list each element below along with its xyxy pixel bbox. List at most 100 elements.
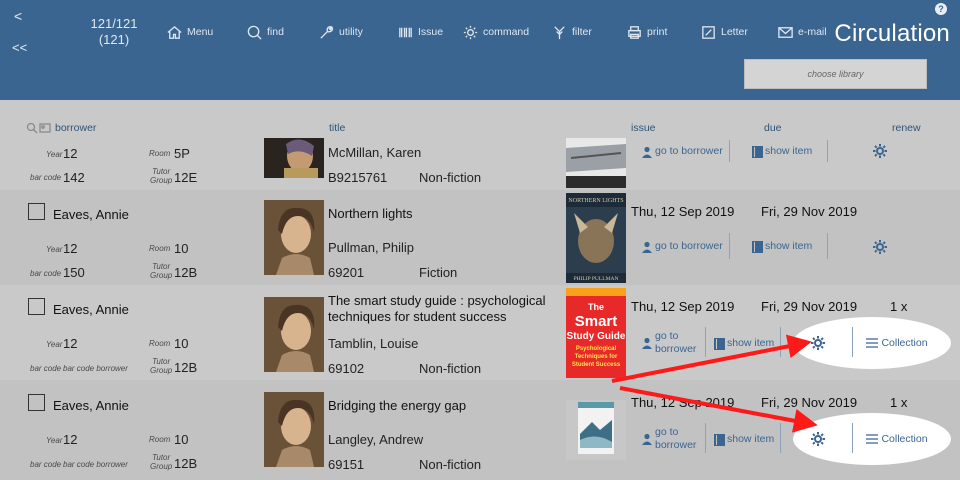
record-position: 121/121 (90, 16, 138, 31)
bar-code-value: bar code borrower (63, 460, 128, 469)
book-title[interactable]: The smart study guide : psychological te… (328, 293, 563, 325)
room-label: Room (149, 244, 171, 253)
record-counter: 121/121 (121) (88, 16, 140, 48)
table-row[interactable]: Eaves, Annie Year 12 Room 10 bar code ba… (0, 380, 960, 480)
book-icon (752, 145, 763, 158)
borrower-search[interactable] (26, 122, 51, 134)
email-button[interactable]: e-mail (777, 21, 827, 43)
column-title[interactable]: title (329, 122, 345, 134)
book-cover[interactable]: NORTHERN LIGHTS PHILIP PULLMAN (566, 193, 626, 283)
show-item-link[interactable]: show item (714, 433, 774, 446)
cover-word-4: Psychological (576, 346, 617, 352)
library-select[interactable]: choose library (744, 59, 927, 89)
collection-label: Collection (881, 337, 928, 349)
collection-label: Collection (881, 433, 928, 445)
room-label: Room (149, 149, 171, 158)
help-icon[interactable]: ? (935, 3, 947, 15)
filter-label: filter (572, 26, 592, 38)
column-borrower[interactable]: borrower (55, 122, 96, 134)
year-value: 12 (63, 146, 78, 161)
tutor-group-value: 12B (174, 456, 198, 471)
author: Tamblin, Louise (328, 336, 419, 351)
utility-button[interactable]: utility (318, 21, 363, 43)
collection-button[interactable]: Collection (848, 325, 946, 361)
divider (729, 140, 730, 162)
go-to-borrower-link[interactable]: go to borrower (641, 330, 696, 356)
previous-record-button[interactable]: < (14, 8, 22, 24)
item-category: Fiction (419, 265, 458, 280)
envelope-icon (778, 26, 793, 38)
go-to-borrower-link[interactable]: go to borrower (641, 145, 723, 158)
bar-code-label: bar code (30, 460, 62, 469)
pencil-icon (702, 25, 715, 39)
borrower-name[interactable]: Eaves, Annie (53, 398, 129, 413)
author: McMillan, Karen (328, 145, 422, 160)
letter-button[interactable]: Letter (700, 21, 748, 43)
tutor-group-value: 12B (174, 265, 198, 280)
table-row[interactable]: Eaves, Annie Year 12 Room 10 bar code 15… (0, 190, 960, 285)
menu-button[interactable]: Menu (166, 21, 213, 43)
gear-icon[interactable] (810, 335, 826, 351)
item-barcode: 69151 (328, 457, 365, 472)
search-icon (247, 25, 262, 40)
item-category: Non-fiction (419, 170, 482, 185)
author: Pullman, Philip (328, 240, 414, 255)
year-label: Year (46, 436, 63, 445)
filter-button[interactable]: filter (551, 21, 592, 43)
first-record-button[interactable]: << (12, 40, 27, 55)
cover-word-5: Techniques for (575, 354, 618, 360)
item-barcode: 69102 (328, 361, 365, 376)
cover-author: PHILIP PULLMAN (574, 276, 619, 282)
show-item-label: show item (727, 433, 775, 445)
row-checkbox[interactable] (28, 203, 45, 220)
book-cover[interactable]: The Smart Study Guide Psychological Techniqu… (566, 288, 626, 378)
item-category: Non-fiction (419, 361, 482, 376)
show-item-label: show item (727, 337, 775, 349)
tutor-group-label: Tutor Group (150, 167, 173, 185)
borrower-name[interactable]: Eaves, Annie (53, 302, 129, 317)
column-issue[interactable]: issue (631, 122, 656, 134)
show-item-link[interactable]: show item (714, 337, 774, 350)
gear-icon[interactable] (872, 143, 888, 159)
tutor-group-label: Tutor Group (150, 262, 173, 280)
issue-button[interactable]: Issue (397, 21, 443, 43)
table-row[interactable]: Year 12 Room 5P bar code 142 Tutor Group … (0, 138, 960, 190)
letter-label: Letter (721, 26, 748, 38)
year-label: Year (46, 150, 63, 159)
issue-date: Thu, 12 Sep 2019 (631, 204, 735, 219)
go-to-borrower-link[interactable]: go to borrower (641, 426, 696, 452)
year-value: 12 (63, 336, 78, 351)
go-to-borrower-link[interactable]: go to borrower (641, 240, 723, 253)
borrower-photo (264, 200, 324, 275)
command-button[interactable]: command (462, 21, 529, 43)
book-cover[interactable] (566, 138, 626, 188)
find-button[interactable]: find (246, 21, 284, 43)
book-title[interactable]: Northern lights (328, 206, 563, 222)
gear-icon[interactable] (810, 431, 826, 447)
column-header: borrower title issue due renew (0, 118, 960, 138)
collection-button[interactable]: Collection (848, 421, 946, 457)
print-button[interactable]: print (626, 21, 667, 43)
go-to-borrower-label: go to borrower (655, 426, 697, 451)
book-cover[interactable] (566, 400, 626, 460)
borrower-photo (264, 297, 324, 372)
issue-date: Thu, 12 Sep 2019 (631, 299, 735, 314)
borrower-name[interactable]: Eaves, Annie (53, 207, 129, 222)
cover-title: NORTHERN LIGHTS (568, 198, 623, 204)
show-item-link[interactable]: show item (752, 145, 812, 158)
printer-icon (628, 25, 641, 39)
table-row[interactable]: Eaves, Annie Year 12 Room 10 bar code ba… (0, 285, 960, 380)
column-renew[interactable]: renew (892, 122, 921, 134)
gear-icon[interactable] (872, 239, 888, 255)
show-item-link[interactable]: show item (752, 240, 812, 253)
record-total: (121) (98, 32, 130, 47)
print-label: print (647, 26, 668, 38)
book-icon (752, 240, 763, 253)
book-title[interactable]: Bridging the energy gap (328, 398, 563, 414)
column-due[interactable]: due (764, 122, 782, 134)
cover-word-3: Study Guide (567, 331, 626, 342)
row-checkbox[interactable] (28, 298, 45, 315)
row-checkbox[interactable] (28, 394, 45, 411)
show-item-label: show item (765, 240, 813, 252)
issue-date: Thu, 12 Sep 2019 (631, 395, 735, 410)
